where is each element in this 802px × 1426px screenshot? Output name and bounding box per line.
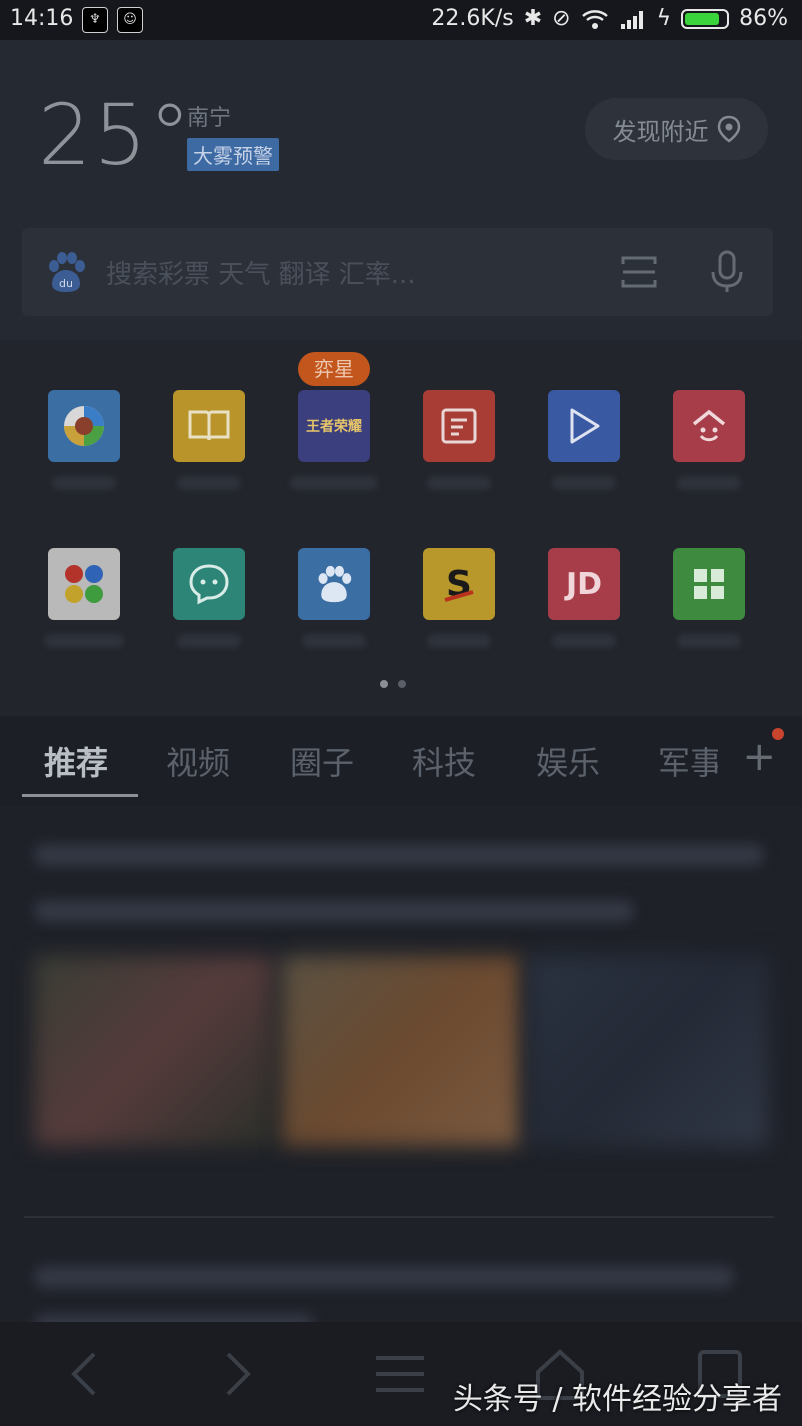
social-app-icon[interactable] (673, 390, 745, 462)
four-dots-icon (65, 565, 103, 603)
page-dot-active (380, 680, 388, 688)
news-category-tabs: 推荐 视频 圈子 科技 娱乐 军事 + (0, 716, 802, 806)
watermark-text: 头条号 / 软件经验分享者 (452, 1382, 782, 1417)
app-label (44, 634, 124, 648)
active-tab-indicator (22, 794, 138, 797)
chat-app-icon[interactable] (173, 548, 245, 620)
blurred-thumbnail[interactable] (282, 956, 520, 1146)
notes-app-icon[interactable] (423, 390, 495, 462)
s-logo-icon: S (444, 564, 474, 605)
status-bar: 14:16 ♆ ☺ 22.6K/s ✱ ⊘ ϟ 86% (0, 0, 802, 40)
weather-alert-badge[interactable]: 大雾预警 (187, 138, 279, 171)
app-badge: 弈星 (298, 352, 370, 386)
sports-app-icon[interactable]: S (423, 548, 495, 620)
status-right: 22.6K/s ✱ ⊘ ϟ 86% (431, 6, 788, 31)
app-label (427, 476, 491, 490)
mute-icon: ⊘ (552, 6, 571, 31)
tab-circle[interactable]: 圈子 (290, 738, 354, 784)
app-label (177, 476, 241, 490)
scan-icon[interactable] (621, 254, 657, 290)
forward-icon[interactable] (206, 1344, 266, 1404)
honor-of-kings-app-icon[interactable]: 王者荣耀 (298, 390, 370, 462)
app-label (427, 634, 491, 648)
battery-fill (685, 12, 720, 25)
document-icon (441, 408, 477, 444)
search-placeholder: 搜索彩票 天气 翻译 汇率... (106, 260, 416, 290)
svg-text:du: du (59, 277, 73, 290)
tab-entertainment[interactable]: 娱乐 (536, 738, 600, 784)
wifi-icon (581, 9, 608, 29)
battery-icon (681, 8, 730, 29)
temperature: 25° (38, 86, 193, 184)
location-pin-icon (717, 115, 740, 143)
baidu-paw-icon: du (49, 252, 85, 292)
tab-tech[interactable]: 科技 (412, 738, 476, 784)
tab-military[interactable]: 军事 (658, 738, 718, 784)
app-label (677, 634, 741, 648)
bottom-toolbar: 头条号 / 软件经验分享者 (0, 1322, 802, 1426)
apps-folder-icon[interactable] (48, 548, 120, 620)
more-apps-icon[interactable] (673, 548, 745, 620)
news-app-icon[interactable] (48, 390, 120, 462)
city-name: 南宁 (187, 106, 232, 131)
divider (24, 1216, 774, 1218)
battery-percent: 86% (739, 6, 788, 31)
notification-dot (772, 728, 784, 740)
blurred-thumbnail[interactable] (528, 956, 768, 1146)
shortcut-grid: 弈星 王者荣耀 S JD (0, 340, 802, 716)
bluetooth-icon: ✱ (523, 6, 543, 31)
tab-video[interactable]: 视频 (166, 738, 230, 784)
blurred-headline (34, 1266, 734, 1288)
app-label (177, 634, 241, 648)
status-time: 14:16 (10, 6, 74, 31)
weather-header: 25° 南宁 大雾预警 发现附近 du 搜索彩票 天气 翻译 汇率... (0, 40, 802, 340)
notification-app-icon: ♆ (82, 7, 108, 33)
app-label (52, 476, 116, 490)
app-label (302, 634, 366, 648)
smile-house-icon (692, 409, 726, 442)
chat-bubble-icon (189, 564, 229, 605)
news-feed[interactable] (0, 806, 802, 1336)
charging-icon: ϟ (656, 6, 672, 31)
signal-icon (620, 10, 643, 29)
net-speed: 22.6K/s (431, 6, 514, 31)
notification-app-icon: ☺ (117, 7, 143, 33)
app-label (552, 476, 616, 490)
reader-app-icon[interactable] (173, 390, 245, 462)
play-icon (570, 408, 600, 444)
search-bar[interactable]: du 搜索彩票 天气 翻译 汇率... (22, 228, 773, 316)
app-label (552, 634, 616, 648)
app-label (290, 476, 378, 490)
baidu-app-icon[interactable] (298, 548, 370, 620)
globe-icon (64, 406, 104, 446)
book-icon (188, 410, 230, 441)
page-indicator (380, 680, 406, 688)
grid-icon (694, 569, 724, 599)
video-app-icon[interactable] (548, 390, 620, 462)
tab-recommend[interactable]: 推荐 (44, 738, 108, 784)
microphone-icon[interactable] (709, 250, 745, 294)
jd-logo: JD (565, 566, 603, 602)
paw-icon (318, 565, 352, 603)
jd-app-icon[interactable]: JD (548, 548, 620, 620)
game-logo-label: 王者荣耀 (306, 419, 362, 435)
discover-nearby-button[interactable]: 发现附近 (585, 98, 768, 160)
menu-icon[interactable] (370, 1344, 430, 1404)
blurred-headline (34, 900, 634, 922)
blurred-thumbnail[interactable] (34, 956, 274, 1146)
blurred-headline (34, 844, 764, 866)
app-label (677, 476, 741, 490)
page-dot (398, 680, 406, 688)
add-tab-icon[interactable]: + (742, 734, 776, 780)
back-icon[interactable] (56, 1344, 116, 1404)
discover-nearby-label: 发现附近 (612, 117, 709, 146)
